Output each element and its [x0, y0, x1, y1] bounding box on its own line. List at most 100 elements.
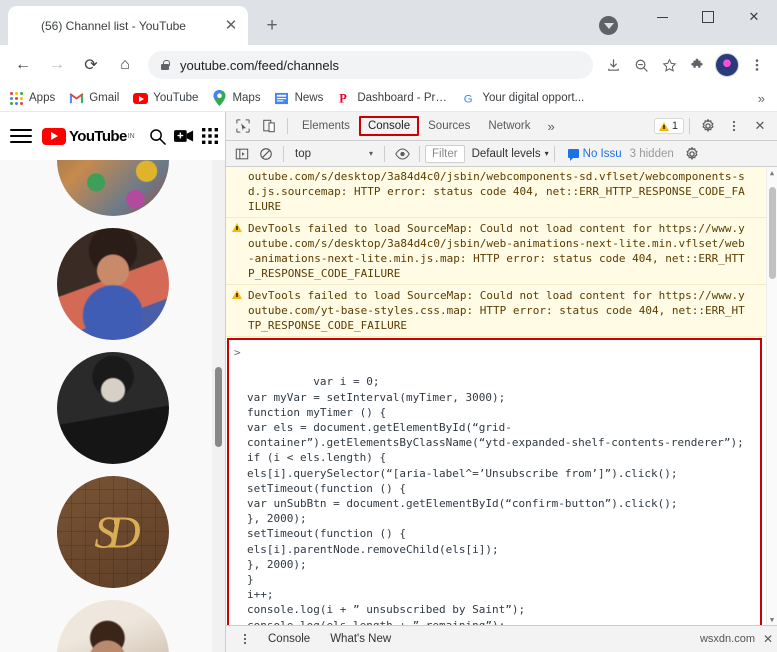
page-scrollbar-thumb[interactable]	[215, 367, 222, 447]
page-scrollbar[interactable]	[212, 112, 225, 652]
home-button[interactable]: ⌂	[110, 50, 140, 80]
show-console-sidebar-icon[interactable]	[230, 143, 254, 165]
minimize-button[interactable]	[639, 0, 685, 34]
bookmark-dashboard-prose[interactable]: P Dashboard - ProSe...	[336, 90, 449, 106]
search-icon[interactable]	[145, 128, 171, 145]
warning-triangle-icon	[658, 121, 669, 131]
console-scrollbar[interactable]: ▲ ▼	[766, 167, 777, 625]
log-levels-value: Default levels	[471, 147, 541, 160]
divider	[689, 118, 690, 134]
create-video-icon[interactable]	[171, 129, 197, 143]
browser-toolbar: ← → ⟳ ⌂ youtube.com/feed/channels	[0, 45, 777, 85]
address-bar[interactable]: youtube.com/feed/channels	[148, 51, 593, 79]
browser-window: (56) Channel list - YouTube ✕ + ✕ ← → ⟳ …	[0, 0, 777, 652]
bookmark-news[interactable]: News	[274, 90, 323, 106]
extensions-puzzle-icon[interactable]	[683, 51, 711, 79]
inspect-element-icon[interactable]	[230, 114, 256, 138]
reload-button[interactable]: ⟳	[76, 50, 106, 80]
console-filter-input[interactable]: Filter	[425, 144, 465, 163]
scroll-up-arrow-icon[interactable]: ▲	[767, 167, 777, 178]
divider	[384, 145, 386, 162]
log-levels-select[interactable]: Default levels ▾	[472, 148, 549, 160]
youtube-page: YouTube IN	[0, 112, 225, 652]
tab-network[interactable]: Network	[479, 116, 539, 136]
window-controls: ✕	[639, 0, 777, 45]
issues-icon	[567, 149, 579, 161]
youtube-logo-text: YouTube	[69, 127, 127, 145]
tab-console[interactable]: Console	[358, 116, 420, 136]
youtube-logo[interactable]: YouTube IN	[42, 127, 135, 145]
drawer-more-icon[interactable]	[232, 627, 258, 651]
lock-icon	[158, 59, 172, 70]
devtools-panel: Elements Console Sources Network » 1 ✕ t…	[225, 112, 777, 652]
issues-badge[interactable]: No Issu	[567, 148, 622, 161]
live-expression-icon[interactable]	[390, 143, 414, 165]
browser-tab[interactable]: (56) Channel list - YouTube ✕	[8, 6, 248, 45]
console-warning-message[interactable]: DevTools failed to load SourceMap: Could…	[226, 218, 766, 285]
chrome-menu-icon[interactable]	[743, 51, 771, 79]
execution-context-value: top	[295, 147, 311, 160]
bookmark-gmail[interactable]: Gmail	[68, 90, 119, 106]
console-warning-message[interactable]: DevTools failed to load SourceMap: Could…	[226, 285, 766, 337]
bookmark-youtube[interactable]: YouTube	[132, 90, 198, 106]
bookmark-label: Apps	[29, 92, 56, 104]
url-text: youtube.com/feed/channels	[180, 57, 339, 73]
zoom-out-icon[interactable]	[627, 51, 655, 79]
drawer-close-icon[interactable]: ✕	[763, 632, 773, 646]
tab-sources[interactable]: Sources	[419, 116, 479, 136]
more-options-icon[interactable]	[721, 114, 747, 138]
channel-avatar-5[interactable]	[56, 600, 169, 652]
svg-text:G: G	[464, 93, 473, 105]
close-icon[interactable]: ✕	[222, 17, 240, 35]
channel-avatar-list	[0, 112, 225, 652]
warning-triangle-icon	[232, 290, 242, 299]
google-news-icon	[274, 90, 290, 106]
gear-icon[interactable]	[695, 114, 721, 138]
hamburger-menu-icon[interactable]	[10, 125, 32, 147]
devtools-drawer: Console What's New wsxdn.com ✕	[226, 625, 777, 652]
back-button[interactable]: ←	[8, 50, 38, 80]
console-filter-bar: top ▾ Filter Default levels ▾ No Issu 3 …	[226, 141, 777, 167]
bookmark-maps[interactable]: Maps	[211, 90, 261, 106]
drawer-tab-console[interactable]: Console	[258, 633, 320, 645]
new-tab-button[interactable]: +	[258, 12, 286, 40]
clear-console-icon[interactable]	[254, 143, 278, 165]
divider	[553, 145, 555, 162]
scroll-down-arrow-icon[interactable]: ▼	[767, 614, 777, 625]
youtube-country-code: IN	[127, 132, 135, 140]
close-devtools-icon[interactable]: ✕	[747, 114, 773, 138]
profile-avatar[interactable]	[715, 53, 739, 77]
bookmark-label: Gmail	[89, 92, 120, 104]
execution-context-select[interactable]: top ▾	[289, 148, 379, 160]
divider	[419, 145, 421, 162]
console-warning-message[interactable]: DevTools failed to load SourceMap: Could…	[226, 167, 766, 218]
forward-button[interactable]: →	[42, 50, 72, 80]
bookmark-apps[interactable]: Apps	[8, 90, 55, 106]
toggle-device-toolbar-icon[interactable]	[256, 114, 282, 138]
google-g-icon: G	[461, 90, 477, 106]
bookmark-your-digital-opport[interactable]: G Your digital opport...	[461, 90, 584, 106]
console-code-text: var i = 0; var myVar = setInterval(myTim…	[247, 375, 744, 625]
downloads-icon[interactable]	[599, 51, 627, 79]
console-input-code[interactable]: > var i = 0; var myVar = setInterval(myT…	[227, 338, 762, 625]
console-scrollbar-thumb[interactable]	[769, 187, 776, 279]
watermark: wsxdn.com	[699, 633, 755, 645]
tab-elements[interactable]: Elements	[293, 116, 359, 136]
console-messages-area[interactable]: DevTools failed to load SourceMap: Could…	[226, 167, 777, 625]
youtube-apps-icon[interactable]	[197, 128, 223, 144]
download-bubble-icon[interactable]	[599, 16, 618, 35]
tab-strip: (56) Channel list - YouTube ✕ + ✕	[0, 0, 777, 45]
bookmarks-overflow-icon[interactable]: »	[758, 91, 769, 106]
hidden-messages-count: 3 hidden	[629, 147, 674, 160]
console-settings-icon[interactable]	[680, 143, 704, 165]
channel-avatar-2[interactable]	[56, 228, 169, 340]
tabs-overflow-icon[interactable]: »	[540, 119, 563, 134]
window-close-button[interactable]: ✕	[731, 0, 777, 34]
channel-avatar-3[interactable]	[56, 352, 169, 464]
channel-avatar-4[interactable]	[56, 476, 169, 588]
drawer-tab-whats-new[interactable]: What's New	[320, 633, 401, 645]
bookmark-star-icon[interactable]	[655, 51, 683, 79]
console-prompt-icon: >	[234, 346, 241, 359]
warning-count-badge[interactable]: 1	[653, 118, 684, 134]
maximize-button[interactable]	[685, 0, 731, 34]
